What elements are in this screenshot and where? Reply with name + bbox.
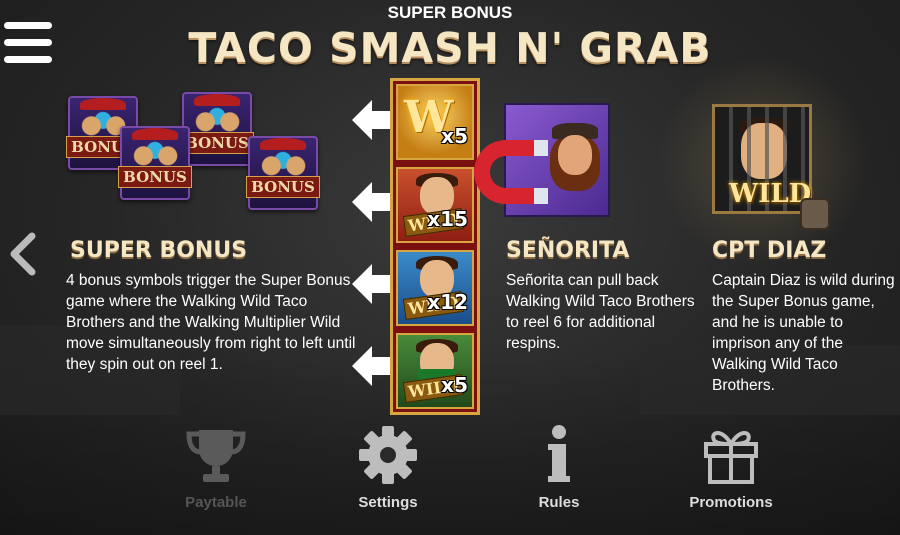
magnet-tip	[534, 188, 548, 204]
bonus-symbol-label: BONUS	[246, 176, 320, 198]
reel-column: W x5 WILD x15 WILD x12 WILD x5	[390, 78, 480, 415]
wild-label: WILD	[729, 179, 812, 209]
gear-icon	[359, 426, 417, 484]
senorita-description: Señorita can pull back Walking Wild Taco…	[506, 272, 695, 352]
section-label: SUPER BONUS	[387, 3, 513, 22]
bonus-symbol: BONUS	[246, 136, 320, 210]
captain-description: Captain Diaz is wild during the Super Bo…	[712, 272, 895, 394]
super-bonus-description: 4 bonus symbols trigger the Super Bonus …	[66, 272, 356, 373]
nav-paytable[interactable]: Paytable	[151, 424, 281, 511]
multiplier-wild-symbol: W x5	[396, 84, 474, 160]
nav-settings-label: Settings	[358, 494, 418, 511]
nav-promotions-label: Promotions	[689, 494, 773, 511]
nav-settings[interactable]: Settings	[323, 424, 453, 511]
arrow-left-icon	[352, 100, 394, 140]
multiplier-label: x12	[427, 290, 468, 314]
multiplier-label: x5	[441, 124, 468, 148]
padlock-icon	[800, 198, 830, 230]
walking-wild-symbol: WILD x12	[396, 250, 474, 326]
gift-icon	[704, 431, 758, 484]
multiplier-label: x5	[441, 373, 468, 397]
multiplier-label: x15	[427, 207, 468, 231]
walking-wild-symbol: WILD x5	[396, 333, 474, 409]
magnet-icon	[474, 140, 542, 204]
captain-diaz-symbol: WILD	[712, 104, 812, 214]
back-arrow-icon[interactable]	[8, 232, 38, 276]
nav-paytable-label: Paytable	[185, 494, 247, 511]
bonus-symbol-label: BONUS	[118, 166, 192, 188]
nav-rules-label: Rules	[538, 494, 580, 511]
captain-heading: CPT DIAZ	[712, 238, 827, 263]
info-icon	[548, 425, 570, 482]
magnet-tip	[534, 140, 548, 156]
nav-rules[interactable]: Rules	[494, 424, 624, 511]
nav-promotions[interactable]: Promotions	[666, 424, 796, 511]
bonus-symbol: BONUS	[180, 92, 254, 166]
bonus-symbol: BONUS	[118, 126, 192, 200]
arrow-left-icon	[352, 182, 394, 222]
walking-wild-symbol: WILD x15	[396, 167, 474, 243]
trophy-icon	[186, 430, 246, 482]
bonus-symbol-label: BONUS	[180, 132, 254, 154]
senorita-heading: SEÑORITA	[506, 238, 630, 263]
super-bonus-heading: SUPER BONUS	[70, 238, 248, 263]
